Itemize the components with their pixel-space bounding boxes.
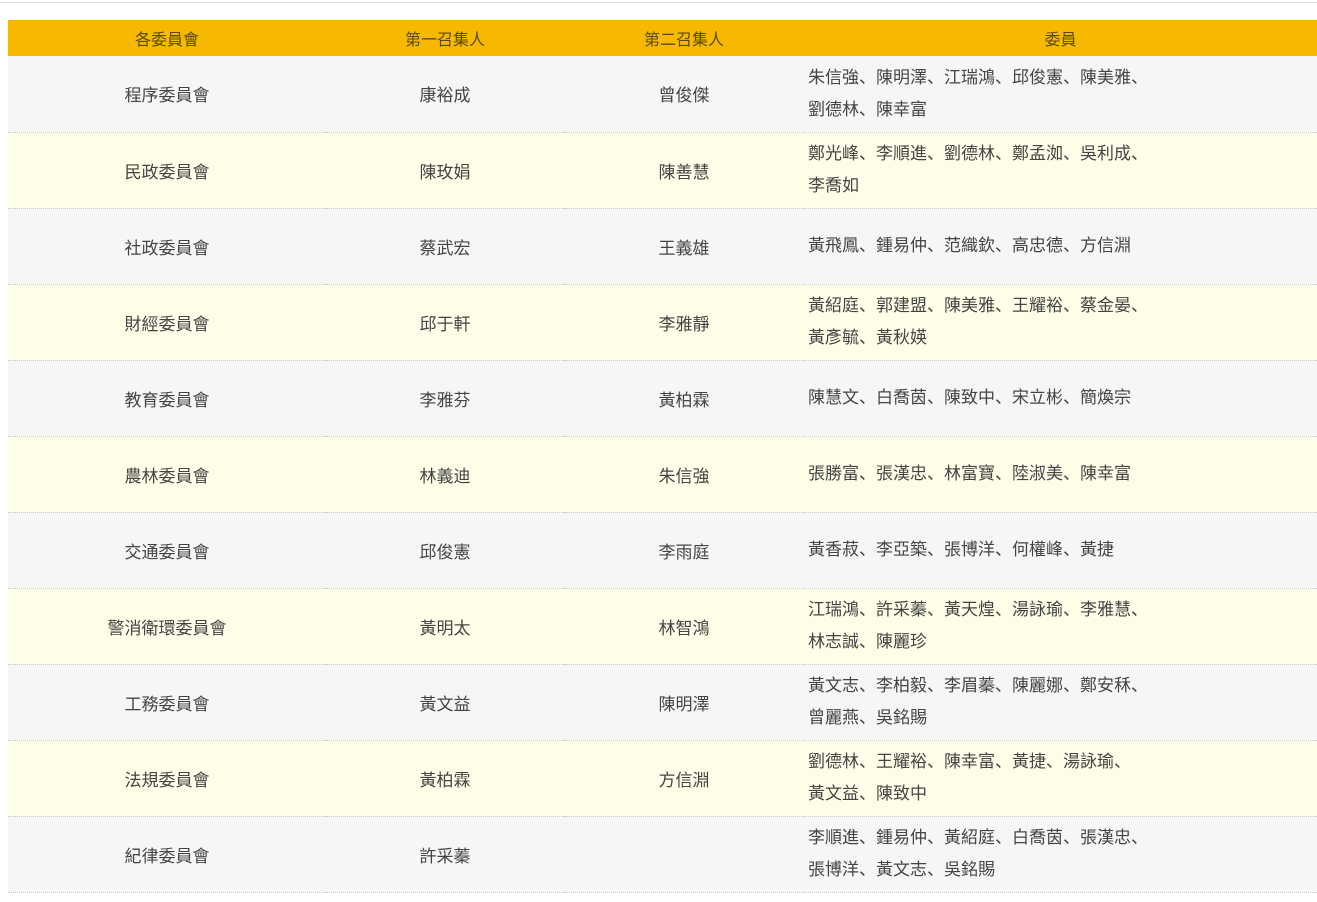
members-line: 黃香菽、李亞築、張博洋、何權峰、黃捷 [808,540,1114,560]
convener1-cell: 李雅芬 [419,390,471,411]
convener1-cell: 邱俊憲 [419,542,471,563]
members-cell: 劉德林、王耀裕、陳幸富、黃捷、湯詠瑜、 黃文益、陳致中 [804,740,1317,816]
header-committee: 各委員會 [134,30,199,49]
table-row: 農林委員會 林義迪 朱信強 張勝富、張漢忠、林富寶、陸淑美、陳幸富 [8,436,1317,512]
members-cell: 黃香菽、李亞築、張博洋、何權峰、黃捷 [804,512,1317,588]
convener2-cell: 方信淵 [658,770,710,791]
members-line: 張博洋、黃文志、吳銘賜 [808,860,995,880]
convener2-cell: 曾俊傑 [658,86,710,107]
table-row: 工務委員會 黃文益 陳明澤 黃文志、李柏毅、李眉蓁、陳麗娜、鄭安秝、 曾麗燕、吳銘賜 [8,664,1317,740]
members-line: 曾麗燕、吳銘賜 [808,708,927,728]
members-line: 鄭光峰、李順進、劉德林、鄭孟洳、吳利成、 [808,144,1148,164]
members-line: 劉德林、王耀裕、陳幸富、黃捷、湯詠瑜、 [808,752,1131,772]
header-convener1: 第一召集人 [404,30,485,49]
header-convener2: 第二召集人 [643,30,724,49]
convener1-cell: 陳玫娟 [419,162,471,183]
members-cell: 朱信強、陳明澤、江瑞鴻、邱俊憲、陳美雅、 劉德林、陳幸富 [804,56,1317,132]
members-line: 陳慧文、白喬茵、陳致中、宋立彬、簡煥宗 [808,388,1131,408]
members-line: 朱信強、陳明澤、江瑞鴻、邱俊憲、陳美雅、 [808,67,1148,88]
convener1-cell: 許采蓁 [419,846,471,867]
members-line: 張勝富、張漢忠、林富寶、陸淑美、陳幸富 [808,464,1131,484]
convener1-cell: 蔡武宏 [419,238,471,259]
table-row: 交通委員會 邱俊憲 李雨庭 黃香菽、李亞築、張博洋、何權峰、黃捷 [8,512,1317,588]
convener2-cell: 黃柏霖 [658,390,710,411]
members-cell: 黃飛鳳、鍾易仲、范織欽、高忠德、方信淵 [804,208,1317,284]
convener2-cell: 王義雄 [658,238,710,259]
committee-name-cell: 法規委員會 [124,770,210,791]
members-line: 黃彥毓、黃秋媖 [808,328,927,348]
members-line: 黃文志、李柏毅、李眉蓁、陳麗娜、鄭安秝、 [808,676,1148,696]
committee-name-cell: 社政委員會 [124,238,210,259]
table-row: 財經委員會 邱于軒 李雅靜 黃紹庭、郭建盟、陳美雅、王耀裕、蔡金晏、 黃彥毓、黃秋媖 [8,284,1317,360]
members-cell: 江瑞鴻、許采蓁、黃天煌、湯詠瑜、李雅慧、 林志誠、陳麗珍 [804,588,1317,664]
convener2-cell: 陳明澤 [658,694,710,715]
convener1-cell: 黃明太 [419,618,471,639]
committee-name-cell: 教育委員會 [124,390,210,411]
members-cell: 黃紹庭、郭建盟、陳美雅、王耀裕、蔡金晏、 黃彥毓、黃秋媖 [804,284,1317,360]
members-line: 黃飛鳳、鍾易仲、范織欽、高忠德、方信淵 [808,236,1131,256]
members-cell: 張勝富、張漢忠、林富寶、陸淑美、陳幸富 [804,436,1317,512]
members-line: 江瑞鴻、許采蓁、黃天煌、湯詠瑜、李雅慧、 [808,600,1148,620]
header-members: 委員 [1044,30,1077,49]
table-body: 程序委員會 康裕成 曾俊傑 朱信強、陳明澤、江瑞鴻、邱俊憲、陳美雅、 劉德林、陳幸富 民政… [8,56,1317,892]
convener2-cell: 林智鴻 [658,618,710,639]
members-line: 林志誠、陳麗珍 [808,632,927,652]
members-cell: 陳慧文、白喬茵、陳致中、宋立彬、簡煥宗 [804,360,1317,436]
table-row: 法規委員會 黃柏霖 方信淵 劉德林、王耀裕、陳幸富、黃捷、湯詠瑜、 黃文益、陳致中 [8,740,1317,816]
convener2-cell: 李雨庭 [658,542,710,563]
table-row: 民政委員會 陳玫娟 陳善慧 鄭光峰、李順進、劉德林、鄭孟洳、吳利成、 李喬如 [8,132,1317,208]
convener2-cell: 李雅靜 [658,314,710,335]
convener1-cell: 康裕成 [419,86,471,107]
members-cell: 黃文志、李柏毅、李眉蓁、陳麗娜、鄭安秝、 曾麗燕、吳銘賜 [804,664,1317,740]
committee-name-cell: 交通委員會 [124,542,210,563]
members-line: 黃紹庭、郭建盟、陳美雅、王耀裕、蔡金晏、 [808,296,1148,316]
convener1-cell: 黃文益 [419,694,471,715]
members-cell: 李順進、鍾易仲、黃紹庭、白喬茵、張漢忠、 張博洋、黃文志、吳銘賜 [804,816,1317,892]
committee-name-cell: 紀律委員會 [124,846,210,867]
members-line: 劉德林、陳幸富 [808,99,927,120]
committee-name-cell: 警消衛環委員會 [107,618,227,639]
convener1-cell: 林義迪 [419,466,471,487]
top-divider [0,2,1317,3]
committee-name-cell: 民政委員會 [124,162,210,183]
committee-table: 各委員會 第一召集人 第二召集人 委員 程序委員會 康裕成 曾俊傑 朱信強、陳明澤、江… [8,20,1317,893]
members-line: 李順進、鍾易仲、黃紹庭、白喬茵、張漢忠、 [808,828,1148,848]
members-line: 李喬如 [808,176,859,196]
table-header-row: 各委員會 第一召集人 第二召集人 委員 [8,20,1317,56]
committee-name-cell: 工務委員會 [124,694,210,715]
convener2-cell: 朱信強 [658,466,710,487]
table-row: 程序委員會 康裕成 曾俊傑 朱信強、陳明澤、江瑞鴻、邱俊憲、陳美雅、 劉德林、陳幸富 [8,56,1317,132]
committee-name-cell: 程序委員會 [124,86,210,107]
committee-table-container: 各委員會 第一召集人 第二召集人 委員 程序委員會 康裕成 曾俊傑 朱信強、陳明澤、江… [8,20,1317,893]
convener1-cell: 黃柏霖 [419,770,471,791]
table-row: 社政委員會 蔡武宏 王義雄 黃飛鳳、鍾易仲、范織欽、高忠德、方信淵 [8,208,1317,284]
table-row: 教育委員會 李雅芬 黃柏霖 陳慧文、白喬茵、陳致中、宋立彬、簡煥宗 [8,360,1317,436]
members-cell: 鄭光峰、李順進、劉德林、鄭孟洳、吳利成、 李喬如 [804,132,1317,208]
members-line: 黃文益、陳致中 [808,784,927,804]
convener1-cell: 邱于軒 [419,314,471,335]
committee-name-cell: 財經委員會 [124,314,210,335]
table-row: 紀律委員會 許采蓁 李順進、鍾易仲、黃紹庭、白喬茵、張漢忠、 張博洋、黃文志、吳銘賜 [8,816,1317,892]
convener2-cell: 陳善慧 [658,162,710,183]
table-row: 警消衛環委員會 黃明太 林智鴻 江瑞鴻、許采蓁、黃天煌、湯詠瑜、李雅慧、 林志誠、陳麗珍 [8,588,1317,664]
committee-name-cell: 農林委員會 [124,466,210,487]
convener2-cell [564,816,804,892]
